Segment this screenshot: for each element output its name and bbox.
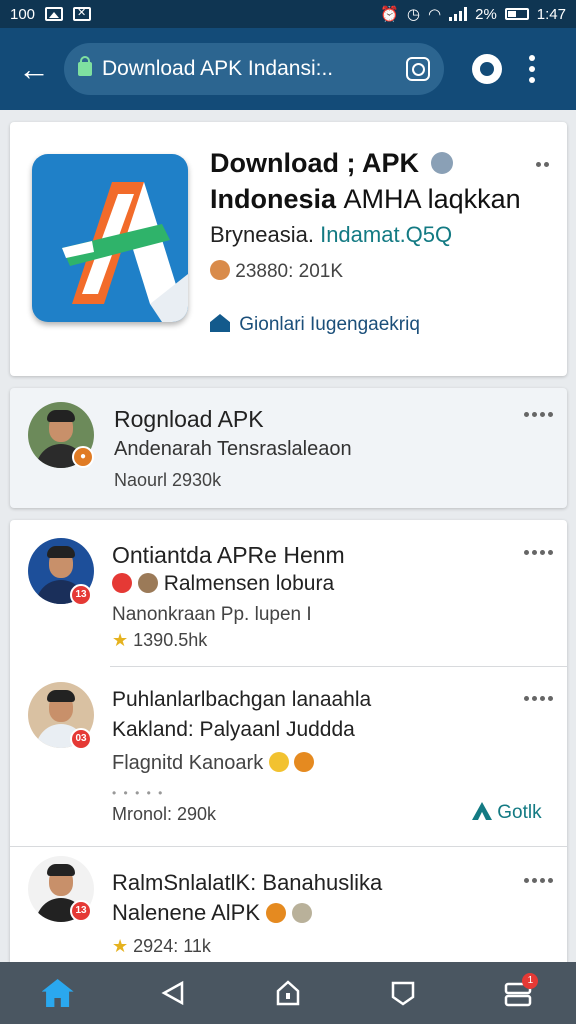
signal-icon [449,7,468,21]
post-meta: Naourl 2930k [114,470,222,490]
more-horizontal-icon[interactable] [524,550,553,555]
bottom-nav-bar: 1 [0,962,576,1024]
clock-icon: ◷ [406,6,421,23]
post-title[interactable]: RalmSnlalatlK: Banahuslika [112,870,382,896]
home-circle-icon[interactable] [266,971,310,1015]
more-horizontal-icon[interactable] [536,162,549,167]
post-list: 13 Ontiantda APRe Henm Ralmensen lobura … [10,520,567,966]
post-title[interactable]: Ontiantda APRe Henm [112,542,345,569]
house-icon [210,314,230,332]
post-title[interactable]: Rognload APK [114,406,264,433]
address-bar[interactable]: Download APK Indansi:.. [64,43,444,95]
more-horizontal-icon[interactable] [524,696,553,701]
tabs-badge: 1 [522,973,539,989]
battery-percent: 2% [475,5,497,23]
alarm-icon: ⏰ [380,6,399,23]
status-time: 1:47 [536,5,566,23]
avatar-emoji-icon [210,260,230,280]
app-card[interactable]: Download ; APK Indonesia AMHA laqkkan Br… [10,122,567,376]
divider [110,666,567,667]
lock-icon [78,56,92,76]
logo-a-icon [472,802,492,820]
app-notification-icon [73,6,92,21]
post-line: Flagnitd Kanoark [112,752,315,775]
url-text: Download APK Indansi:.. [102,57,334,80]
chat-icon[interactable] [472,54,502,84]
more-horizontal-icon[interactable] [524,412,553,417]
post-meta: ★ 1390.5hk [112,630,208,650]
post-action-link[interactable]: Gotlk [472,802,542,824]
app-subtitle-accent: Indamat.Q5Q [320,222,453,247]
back-arrow-icon[interactable]: ← [14,49,54,89]
devil-emoji-icon [294,752,315,772]
star-icon: ★ [112,936,129,956]
battery-icon [504,8,529,20]
post-line: Ralmensen lobura [112,572,334,596]
app-logo[interactable] [32,154,188,322]
back-triangle-icon[interactable] [151,971,195,1015]
app-action-link[interactable]: Gionlari Iugengaekriq [210,314,420,336]
devil-emoji-icon [266,903,287,923]
instagram-icon[interactable] [406,57,430,81]
avatar-badge: 03 [70,728,92,750]
avatar-badge: 13 [70,584,92,606]
app-stats: 23880: 201K [210,260,343,283]
plus-icon [112,573,132,593]
avatar-badge: 13 [70,900,92,922]
post-title-line2: Kakland: Palyaanl Juddda [112,718,355,741]
post-line: Andenarah Tensraslaleaon [114,438,352,460]
avatar-emoji-icon [137,573,158,593]
wifi-icon: ◠ [428,6,442,23]
more-horizontal-icon[interactable] [524,878,553,883]
post-meta: Mronol: 290k [112,804,217,824]
gallery-notification-icon [45,7,64,21]
grin-emoji-icon [268,752,289,772]
status-bar: 100 ⏰ ◷ ◠ 2% 1:47 [0,0,576,28]
post-meta: ★ 2924: 11k [112,936,211,956]
app-title-line2: Indonesia AMHA laqkkan [210,184,521,214]
status-left-text: 100 [10,5,36,23]
home-icon[interactable] [36,971,80,1015]
tabs-icon[interactable]: 1 [496,971,540,1015]
app-title: Download ; APK [210,148,453,179]
app-subtitle: Bryneasia. Indamat.Q5Q [210,222,453,247]
avatar-emoji-icon [292,903,313,923]
browser-toolbar: ← Download APK Indansi:.. [0,28,576,110]
star-icon: ★ [112,630,129,650]
avatar-badge-icon: ● [72,446,94,468]
app-title-suffix: AMHA laqkkan [343,184,521,214]
post-title-line2: Nalenene AlPK [112,900,313,926]
post-card[interactable]: ● Rognload APK Andenarah Tensraslaleaon … [10,388,567,508]
robot-icon [430,152,453,174]
post-line: Nanonkraan Pp. lupen I [112,604,312,625]
post-title[interactable]: Puhlanlarlbachgan lanaahla [112,688,371,712]
progress-dots: • • • • • [112,786,165,800]
divider [10,846,567,847]
more-vertical-icon[interactable] [528,55,536,83]
recents-icon[interactable] [381,971,425,1015]
